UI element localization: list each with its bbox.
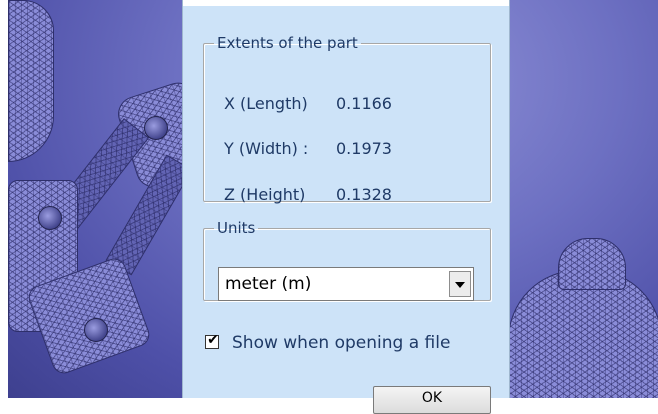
mesh-knob-right xyxy=(558,238,626,290)
window-edge xyxy=(0,0,8,398)
show-on-open-label[interactable]: Show when opening a file xyxy=(232,333,450,353)
units-group: Units meter (m) xyxy=(203,219,491,301)
bolt-1 xyxy=(144,116,168,140)
mesh-arm-upper xyxy=(8,0,54,162)
extents-legend: Extents of the part xyxy=(217,34,358,52)
extent-y-value: 0.1973 xyxy=(336,139,392,158)
units-selected-value: meter (m) xyxy=(225,274,312,294)
extent-x-label: X (Length) xyxy=(224,94,308,113)
part-info-dialog: Extents of the part X (Length) 0.1166 Y … xyxy=(182,0,510,414)
extent-z-value: 0.1328 xyxy=(336,185,392,204)
units-dropdown[interactable]: meter (m) xyxy=(218,267,474,301)
bolt-3 xyxy=(84,318,108,342)
extent-x-value: 0.1166 xyxy=(336,94,392,113)
dialog-title-area xyxy=(183,0,509,6)
checkmark-icon: ✔ xyxy=(207,332,219,348)
extent-z-label: Z (Height) xyxy=(224,185,306,204)
units-legend: Units xyxy=(217,219,256,237)
extents-group: Extents of the part X (Length) 0.1166 Y … xyxy=(203,34,491,204)
extent-y-label: Y (Width) : xyxy=(224,139,309,158)
show-on-open-checkbox[interactable]: ✔ xyxy=(205,332,219,349)
bolt-2 xyxy=(38,206,62,230)
ok-button[interactable]: OK xyxy=(373,386,491,414)
chevron-down-icon[interactable] xyxy=(449,271,471,297)
